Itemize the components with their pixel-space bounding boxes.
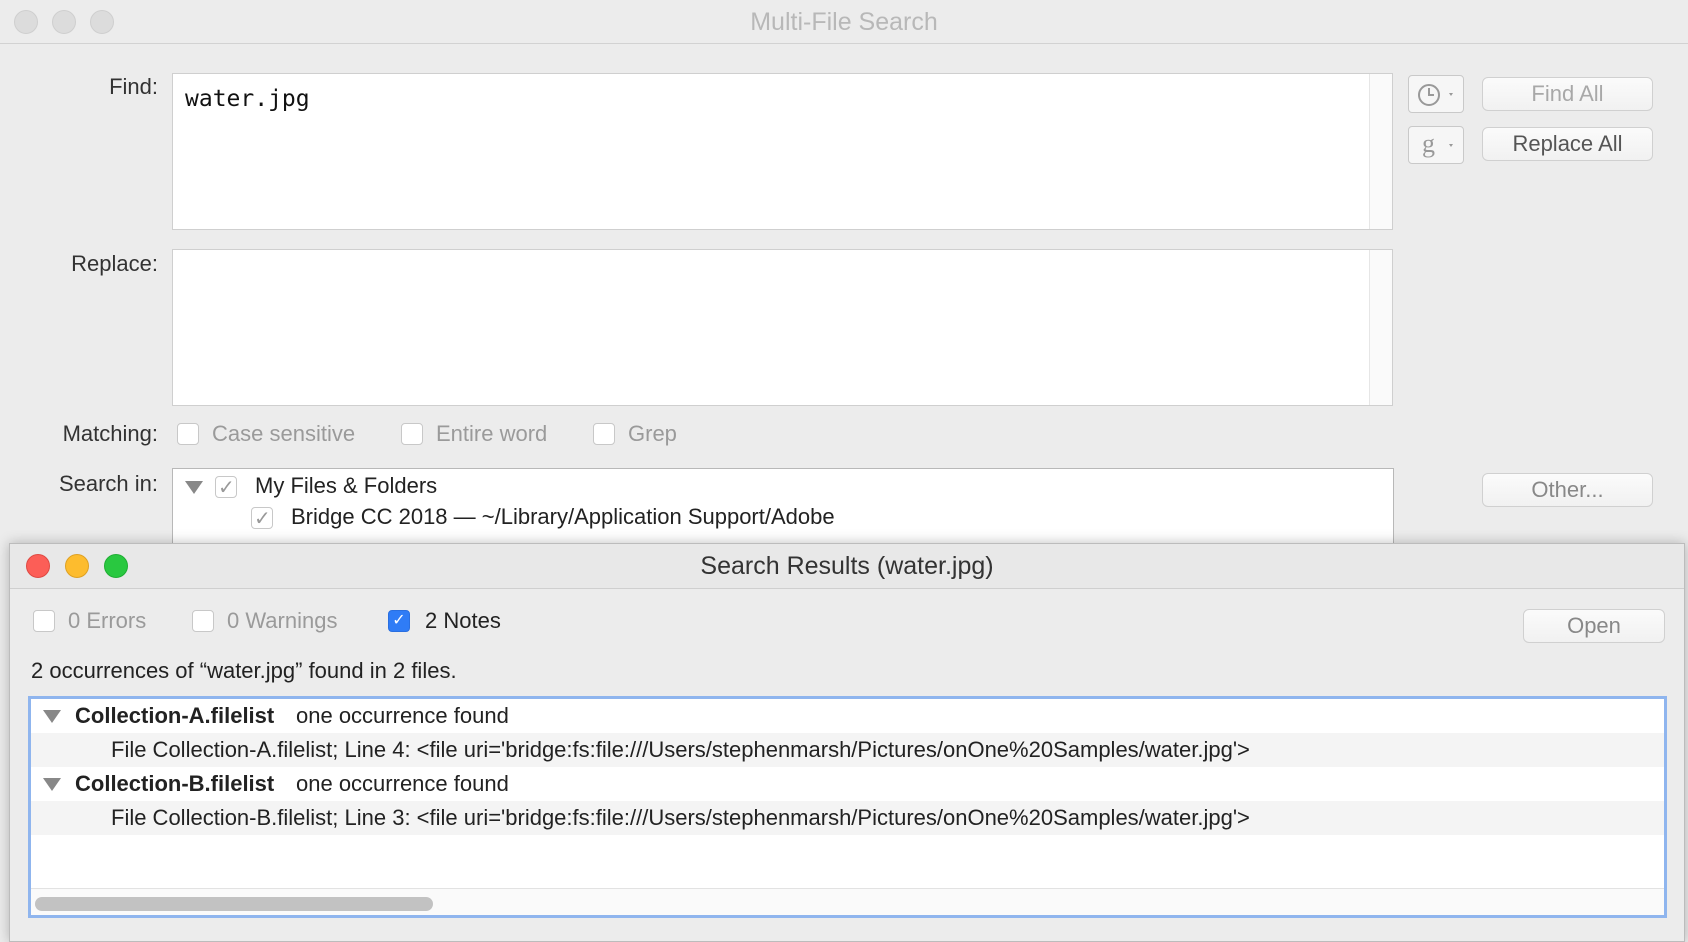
results-title: Search Results (water.jpg) [700, 552, 994, 580]
find-field[interactable]: water.jpg [172, 73, 1393, 230]
bridge-cc-label: Bridge CC 2018 — ~/Library/Application S… [291, 504, 835, 529]
recent-searches-button[interactable] [1408, 75, 1464, 113]
search-in-label: Search in: [58, 471, 158, 496]
result-file-name: Collection-A.filelist [75, 703, 275, 728]
case-sensitive-checkbox[interactable] [177, 423, 199, 445]
grep-label: Grep [628, 421, 677, 446]
warnings-checkbox[interactable] [192, 610, 214, 632]
matching-label: Matching: [62, 421, 158, 446]
results-title-bar: Search Results (water.jpg) [10, 544, 1684, 589]
disclosure-triangle-icon[interactable] [43, 710, 61, 723]
open-button[interactable]: Open [1523, 609, 1665, 643]
my-files-label: My Files & Folders [255, 473, 438, 498]
other-button[interactable]: Other... [1482, 473, 1653, 507]
result-group-row[interactable]: Collection-A.filelist one occurrence fou… [31, 699, 1664, 733]
errors-label: 0 Errors [68, 608, 147, 633]
results-list[interactable]: Collection-A.filelist one occurrence fou… [28, 696, 1667, 918]
entire-word-checkbox[interactable] [401, 423, 423, 445]
search-results-window: Search Results (water.jpg) 0 Errors 0 Wa… [9, 543, 1685, 942]
chevron-down-icon [1449, 144, 1453, 147]
find-label: Find: [109, 74, 158, 99]
search-in-tree[interactable]: ✓ My Files & Folders ✓ Bridge CC 2018 — … [172, 468, 1394, 548]
horizontal-scrollbar[interactable] [31, 888, 1664, 915]
result-match-row[interactable]: File Collection-B.filelist; Line 3: <fil… [31, 801, 1664, 835]
horizontal-scroll-thumb[interactable] [35, 897, 433, 911]
bridge-cc-checkbox[interactable]: ✓ [251, 507, 273, 530]
grep-patterns-button[interactable]: g [1408, 126, 1464, 164]
find-scroll-gutter[interactable] [1369, 74, 1392, 229]
my-files-checkbox[interactable]: ✓ [215, 476, 237, 499]
find-all-button[interactable]: Find All [1482, 77, 1653, 111]
notes-checkbox[interactable]: ✓ [388, 610, 410, 632]
replace-label: Replace: [71, 251, 158, 276]
find-value: water.jpg [185, 86, 310, 112]
errors-checkbox[interactable] [33, 610, 55, 632]
replace-all-button[interactable]: Replace All [1482, 127, 1653, 161]
window-title: Multi-File Search [750, 8, 938, 36]
result-match-text: File Collection-A.filelist; Line 4: <fil… [111, 737, 1250, 762]
result-group-suffix: one occurrence found [296, 703, 509, 728]
replace-scroll-gutter[interactable] [1369, 250, 1392, 405]
warnings-label: 0 Warnings [227, 608, 338, 633]
clock-icon [1418, 84, 1453, 106]
grep-checkbox[interactable] [593, 423, 615, 445]
replace-field[interactable] [172, 249, 1393, 406]
result-file-name: Collection-B.filelist [75, 771, 275, 796]
checkmark-icon: ✓ [392, 612, 406, 629]
result-group-suffix: one occurrence found [296, 771, 509, 796]
case-sensitive-label: Case sensitive [212, 421, 356, 446]
disclosure-triangle-icon[interactable] [43, 778, 61, 791]
title-bar: Multi-File Search [0, 0, 1688, 44]
entire-word-label: Entire word [436, 421, 548, 446]
result-group-row[interactable]: Collection-B.filelist one occurrence fou… [31, 767, 1664, 801]
disclosure-triangle-icon[interactable] [185, 481, 203, 494]
notes-label: 2 Notes [425, 608, 501, 633]
result-match-row[interactable]: File Collection-A.filelist; Line 4: <fil… [31, 733, 1664, 767]
result-match-text: File Collection-B.filelist; Line 3: <fil… [111, 805, 1250, 830]
results-summary: 2 occurrences of “water.jpg” found in 2 … [31, 658, 457, 683]
